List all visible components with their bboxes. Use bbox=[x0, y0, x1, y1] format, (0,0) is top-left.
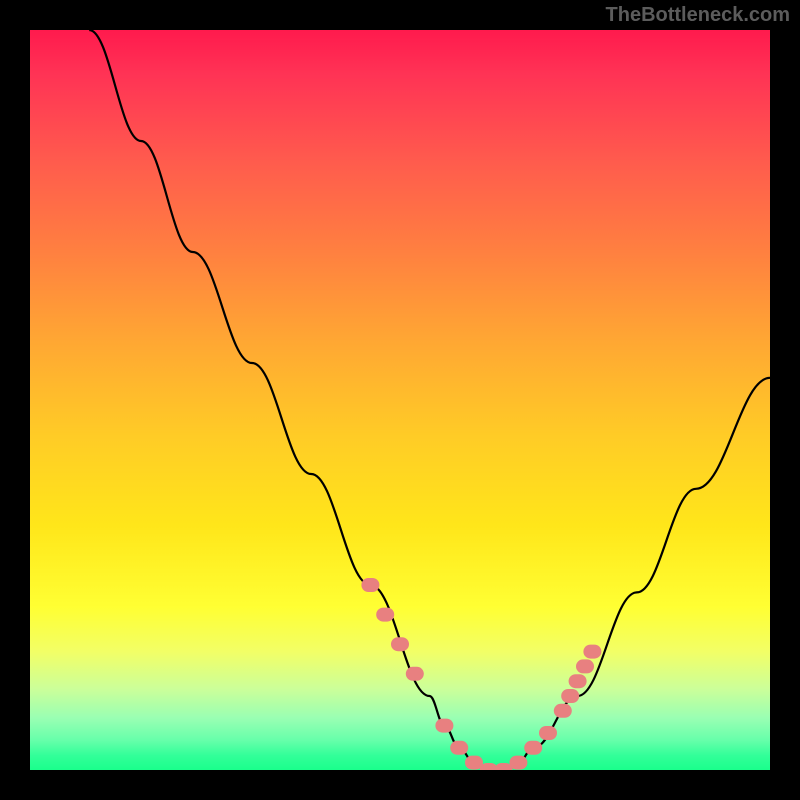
highlight-dot bbox=[406, 667, 424, 681]
highlight-dot bbox=[450, 741, 468, 755]
highlight-dot bbox=[561, 689, 579, 703]
highlight-dot bbox=[583, 645, 601, 659]
highlight-dot bbox=[391, 637, 409, 651]
highlight-dots bbox=[361, 578, 601, 770]
highlight-dot bbox=[524, 741, 542, 755]
highlight-dot bbox=[539, 726, 557, 740]
watermark-text: TheBottleneck.com bbox=[606, 4, 790, 27]
plot-area bbox=[30, 30, 770, 770]
highlight-dot bbox=[554, 704, 572, 718]
highlight-dot bbox=[435, 719, 453, 733]
highlight-dot bbox=[361, 578, 379, 592]
curve-path bbox=[89, 30, 770, 770]
highlight-dot bbox=[569, 674, 587, 688]
bottleneck-curve bbox=[89, 30, 770, 770]
highlight-dot bbox=[576, 659, 594, 673]
highlight-dot bbox=[376, 608, 394, 622]
curve-svg bbox=[30, 30, 770, 770]
highlight-dot bbox=[509, 756, 527, 770]
chart-container: TheBottleneck.com bbox=[0, 0, 800, 800]
